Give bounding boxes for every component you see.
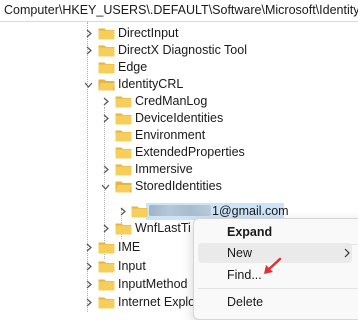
address-path: Computer\HKEY_USERS\.DEFAULT\Software\Mi… [4,3,358,17]
menu-item-label: Delete [227,295,264,309]
tree-item-label: Internet Explo [118,295,196,309]
chevron-right-icon[interactable] [118,206,127,217]
tree-item-extendedproperties[interactable]: ExtendedProperties [0,144,358,161]
folder-open-icon [115,181,132,193]
folder-icon [98,45,115,57]
chevron-right-icon[interactable] [84,242,93,253]
menu-item-label: New [227,246,253,260]
tree-item-label: Edge [118,60,148,74]
folder-icon [115,147,132,159]
address-bar[interactable]: Computer\HKEY_USERS\.DEFAULT\Software\Mi… [0,0,358,22]
redacted-blur [149,205,211,216]
chevron-down-icon[interactable] [84,79,93,90]
tree-item-label: ExtendedProperties [135,145,245,159]
tree-item-label: IdentityCRL [118,77,184,91]
tree-item-label: DeviceIdentities [135,111,224,125]
tree-item-storedidentities[interactable]: StoredIdentities [0,178,358,195]
tree-item-environment[interactable]: Environment [0,127,358,144]
tree-item-label: CredManLog [135,94,208,108]
tree-item-label: Input [118,259,146,273]
tree-item-deviceidentities[interactable]: DeviceIdentities [0,110,358,127]
tree-item-edge[interactable]: Edge [0,59,358,76]
folder-icon [131,206,148,218]
chevron-down-icon[interactable] [101,181,110,192]
chevron-right-icon[interactable] [101,164,110,175]
tree-item-directinput[interactable]: DirectInput [0,25,358,42]
menu-item-delete[interactable]: Delete [198,292,352,312]
chevron-right-icon[interactable] [84,279,93,290]
tree-item-immersive[interactable]: Immersive [0,161,358,178]
folder-icon [98,297,115,309]
folder-icon [98,261,115,273]
chevron-right-icon [344,248,350,258]
menu-item-expand[interactable]: Expand [198,222,352,242]
folder-icon [115,96,132,108]
menu-item-label: Find... [227,268,262,282]
menu-separator [198,288,358,289]
tree-item-label: InputMethod [118,277,188,291]
folder-icon [98,28,115,40]
tree-item-label: DirectInput [118,26,179,40]
tree-item-label: WnfLastTi [135,221,191,235]
tree-item-label: StoredIdentities [135,179,222,193]
chevron-right-icon[interactable] [101,113,110,124]
chevron-right-icon[interactable] [84,297,93,308]
tree-item-label: IME [118,240,141,254]
tree-item-label: DirectX Diagnostic Tool [118,43,247,57]
folder-icon [115,164,132,176]
folder-icon [98,62,115,74]
chevron-right-icon[interactable] [84,45,93,56]
folder-icon [115,113,132,125]
folder-icon [115,223,132,235]
folder-icon [115,130,132,142]
folder-open-icon [98,79,115,91]
chevron-right-icon[interactable] [84,28,93,39]
menu-item-label: Expand [227,225,273,239]
chevron-right-icon[interactable] [101,96,110,107]
annotation-arrow-icon [264,257,282,274]
tree-item-directx-diagnostic-tool[interactable]: DirectX Diagnostic Tool [0,42,358,59]
tree-item-credmanlog[interactable]: CredManLog [0,93,358,110]
chevron-right-icon[interactable] [84,261,93,272]
tree-item-label: 1@gmail.com [149,204,289,219]
folder-icon [98,242,115,254]
tree-item-label: Environment [135,128,206,142]
tree-item-identitycrl[interactable]: IdentityCRL [0,76,358,93]
folder-icon [98,279,115,291]
tree-item-label: Immersive [135,162,193,176]
chevron-right-icon[interactable] [101,223,110,234]
